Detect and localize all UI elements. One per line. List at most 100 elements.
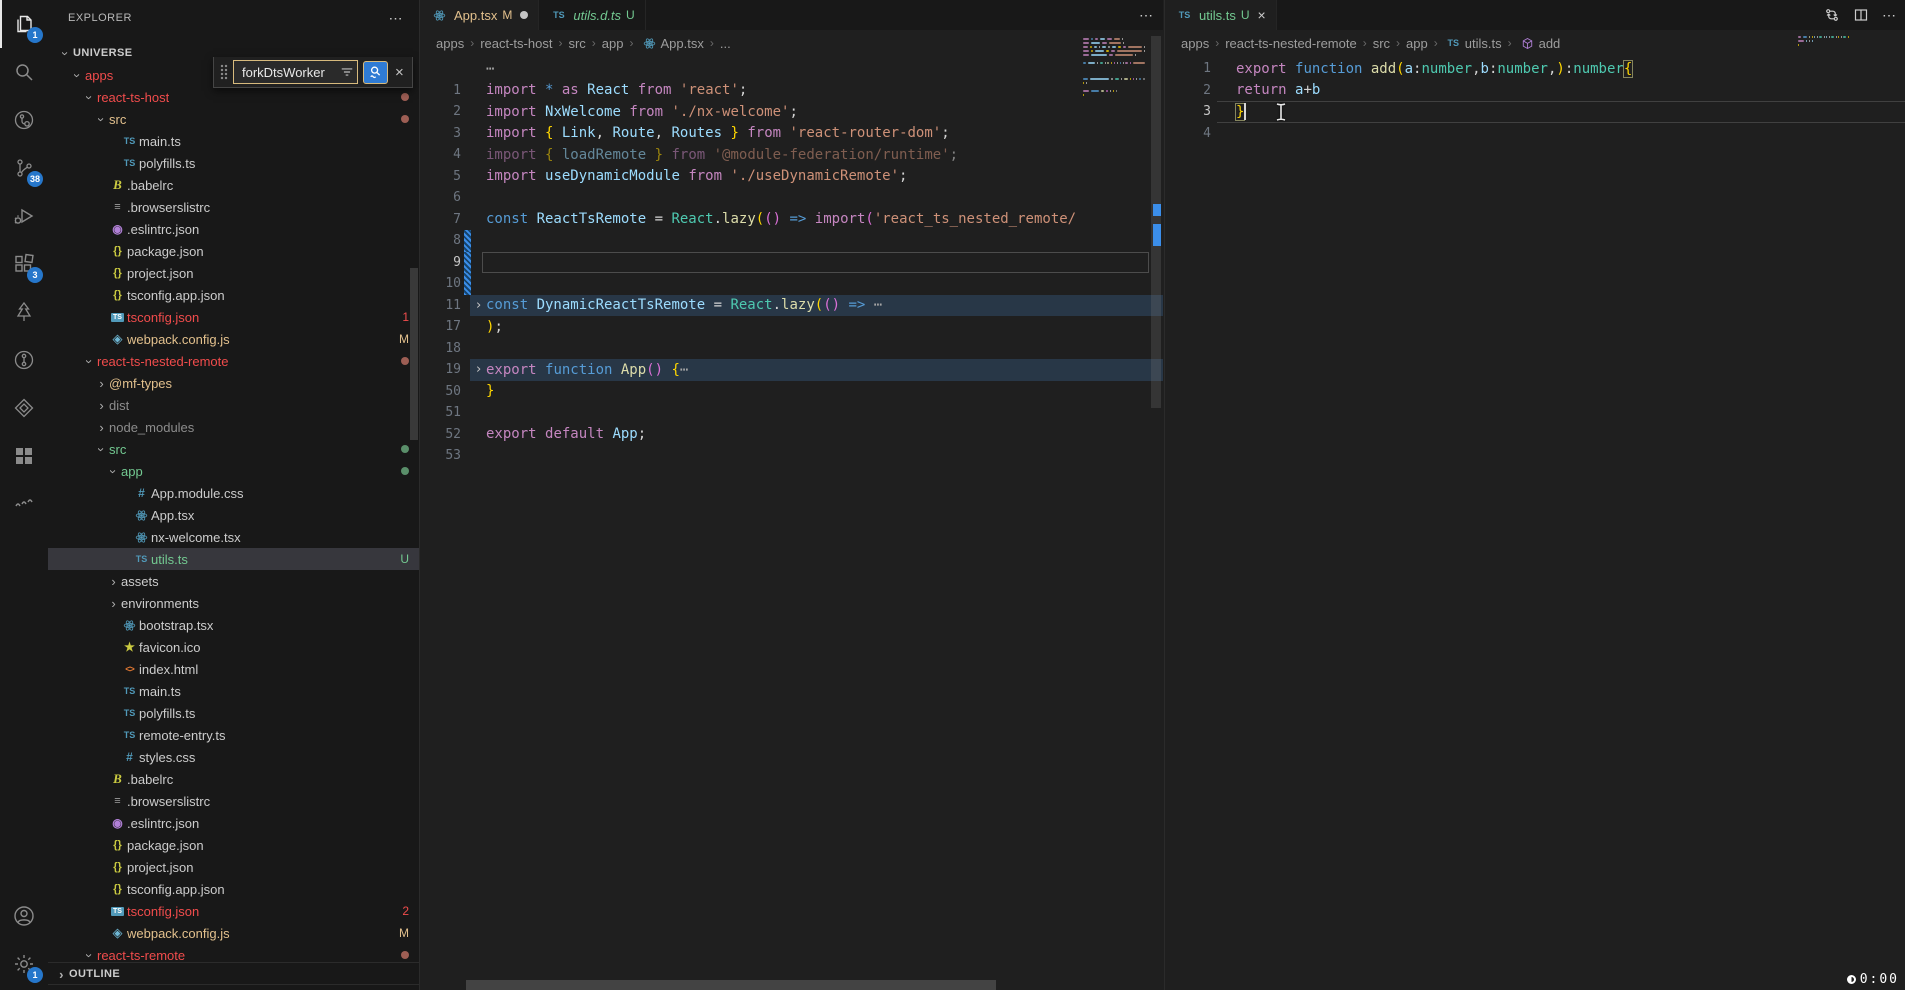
breadcrumb-item[interactable]: src: [1373, 36, 1390, 51]
tree-item-label: .browserslistrc: [127, 794, 210, 809]
tree-item-app-module-css[interactable]: #App.module.css: [48, 482, 419, 504]
tab-app-tsx[interactable]: App.tsxM: [420, 0, 539, 30]
activity-bar-item-accounts[interactable]: [0, 892, 48, 940]
minimap[interactable]: [1798, 36, 1848, 50]
code-editor-right[interactable]: 1export function add(a:number,b:number,)…: [1165, 56, 1905, 144]
tree-item-webpack-config-js[interactable]: ◈webpack.config.jsM: [48, 922, 419, 944]
activity-bar-item-explorer[interactable]: 1: [0, 0, 48, 48]
breadcrumb-item[interactable]: apps: [436, 36, 464, 51]
tab-utils-d-ts[interactable]: TSutils.d.tsU: [539, 0, 645, 30]
breadcrumb-item[interactable]: app: [602, 36, 624, 51]
code-line-52: 52export default App;: [420, 424, 1163, 446]
editor-vertical-scrollbar[interactable]: [1149, 32, 1163, 990]
tree-item-tsconfig-json[interactable]: TStsconfig.json1: [48, 306, 419, 328]
tree-item-tsconfig-app-json[interactable]: {}tsconfig.app.json: [48, 284, 419, 306]
open-changes-icon[interactable]: [1824, 7, 1840, 23]
tree-item-polyfills-ts[interactable]: TSpolyfills.ts: [48, 152, 419, 174]
tree-item-tsconfig-app-json[interactable]: {}tsconfig.app.json: [48, 878, 419, 900]
tree-item-node-modules[interactable]: ›node_modules: [48, 416, 419, 438]
fold-chevron-icon[interactable]: ›: [471, 362, 486, 377]
recording-dot-icon: [1847, 975, 1856, 984]
find-widget-grip[interactable]: [220, 64, 228, 80]
tree-item-utils-ts[interactable]: TSutils.tsU: [48, 548, 419, 570]
unsaved-dot-icon[interactable]: [520, 11, 528, 19]
tab-utils-ts[interactable]: TSutils.tsU×: [1165, 0, 1277, 30]
tree-item-polyfills-ts[interactable]: TSpolyfills.ts: [48, 702, 419, 724]
filter-icon[interactable]: [340, 65, 354, 79]
line-number: 53: [420, 448, 461, 463]
code-text: export function App() {⋯: [486, 362, 688, 378]
tree-item-package-json[interactable]: {}package.json: [48, 834, 419, 856]
sidebar-more-actions-icon[interactable]: ⋯: [389, 10, 404, 27]
breadcrumb-item[interactable]: react-ts-host: [480, 36, 552, 51]
react-icon: [132, 531, 151, 544]
activity-bar-item-source-control[interactable]: 38: [0, 144, 48, 192]
tree-item-project-json[interactable]: {}project.json: [48, 856, 419, 878]
code-editor-left[interactable]: ⋯1import * as React from 'react';2import…: [420, 56, 1163, 467]
breadcrumb-item[interactable]: ...: [720, 36, 731, 51]
fold-chevron-icon[interactable]: ›: [471, 298, 486, 313]
tree-item--mf-types[interactable]: ›@mf-types: [48, 372, 419, 394]
activity-bar-item-git-graph[interactable]: [0, 336, 48, 384]
tree-item-main-ts[interactable]: TSmain.ts: [48, 130, 419, 152]
tree-item-index-html[interactable]: <>index.html: [48, 658, 419, 680]
editor-actions-icon[interactable]: ⋯: [1139, 7, 1153, 24]
breadcrumb-item[interactable]: App.tsx: [640, 36, 704, 51]
tree-item-react-ts-host[interactable]: ›react-ts-host: [48, 86, 419, 108]
tree-item--babelrc[interactable]: B.babelrc: [48, 768, 419, 790]
breadcrumb-item[interactable]: src: [568, 36, 585, 51]
tree-item-package-json[interactable]: {}package.json: [48, 240, 419, 262]
find-close-icon[interactable]: ×: [393, 64, 406, 81]
tree-item-react-ts-nested-remote[interactable]: ›react-ts-nested-remote: [48, 350, 419, 372]
breadcrumb-item[interactable]: react-ts-nested-remote: [1225, 36, 1357, 51]
breadcrumb-item[interactable]: app: [1406, 36, 1428, 51]
tree-item-src[interactable]: ›src: [48, 108, 419, 130]
breadcrumb-item[interactable]: TSutils.ts: [1444, 36, 1502, 51]
breadcrumb-item[interactable]: add: [1518, 36, 1561, 51]
tree-item-dist[interactable]: ›dist: [48, 394, 419, 416]
tree-item-favicon-ico[interactable]: ★favicon.ico: [48, 636, 419, 658]
activity-bar-item-settings[interactable]: 1: [0, 940, 48, 988]
tree-item-assets[interactable]: ›assets: [48, 570, 419, 592]
tree-item-tsconfig-json[interactable]: TStsconfig.json2: [48, 900, 419, 922]
tree-item-webpack-config-js[interactable]: ◈webpack.config.jsM: [48, 328, 419, 350]
split-editor-icon[interactable]: [1853, 7, 1869, 23]
tab-close-icon[interactable]: ×: [1258, 7, 1266, 23]
activity-bar-item-remote-explorer[interactable]: [0, 96, 48, 144]
activity-bar-item-run-debug[interactable]: [0, 192, 48, 240]
tree-item-main-ts[interactable]: TSmain.ts: [48, 680, 419, 702]
activity-bar-item-squiggle-extension[interactable]: [0, 480, 48, 528]
activity-bar-item-todo-tree[interactable]: [0, 288, 48, 336]
tree-item-app[interactable]: ›app: [48, 460, 419, 482]
tree-item-label: UNIVERSE: [73, 47, 132, 59]
editor-horizontal-scrollbar[interactable]: [466, 980, 996, 990]
fuzzy-search-toggle[interactable]: [363, 61, 388, 84]
tree-item--eslintrc-json[interactable]: ◉.eslintrc.json: [48, 812, 419, 834]
sidebar-scrollbar[interactable]: [410, 268, 418, 440]
find-input[interactable]: [240, 64, 340, 81]
activity-bar-item-extensions[interactable]: 3: [0, 240, 48, 288]
activity-bar-item-ribbon-extension[interactable]: [0, 384, 48, 432]
editor-actions-icon[interactable]: ⋯: [1882, 7, 1896, 24]
tree-item-bootstrap-tsx[interactable]: bootstrap.tsx: [48, 614, 419, 636]
tree-item-remote-entry-ts[interactable]: TSremote-entry.ts: [48, 724, 419, 746]
tree-item-nx-welcome-tsx[interactable]: nx-welcome.tsx: [48, 526, 419, 548]
breadcrumb-item[interactable]: apps: [1181, 36, 1209, 51]
tree-item-src[interactable]: ›src: [48, 438, 419, 460]
tree-item--browserslistrc[interactable]: ≡.browserslistrc: [48, 196, 419, 218]
tree-item-app-tsx[interactable]: App.tsx: [48, 504, 419, 526]
panel-label: OUTLINE: [69, 968, 120, 980]
tree-item-environments[interactable]: ›environments: [48, 592, 419, 614]
tree-item--babelrc[interactable]: B.babelrc: [48, 174, 419, 196]
panel-header-timeline[interactable]: ›TIMELINE: [48, 984, 419, 990]
activity-bar-item-search[interactable]: [0, 48, 48, 96]
tree-item--browserslistrc[interactable]: ≡.browserslistrc: [48, 790, 419, 812]
tree-item-project-json[interactable]: {}project.json: [48, 262, 419, 284]
minimap[interactable]: [1083, 38, 1145, 100]
activity-bar-item-grid-extension[interactable]: [0, 432, 48, 480]
panel-header-outline[interactable]: ›OUTLINE: [48, 962, 419, 985]
sidebar-title: EXPLORER: [68, 12, 132, 24]
tree-item--eslintrc-json[interactable]: ◉.eslintrc.json: [48, 218, 419, 240]
minimap-line: [1798, 48, 1848, 50]
tree-item-styles-css[interactable]: #styles.css: [48, 746, 419, 768]
